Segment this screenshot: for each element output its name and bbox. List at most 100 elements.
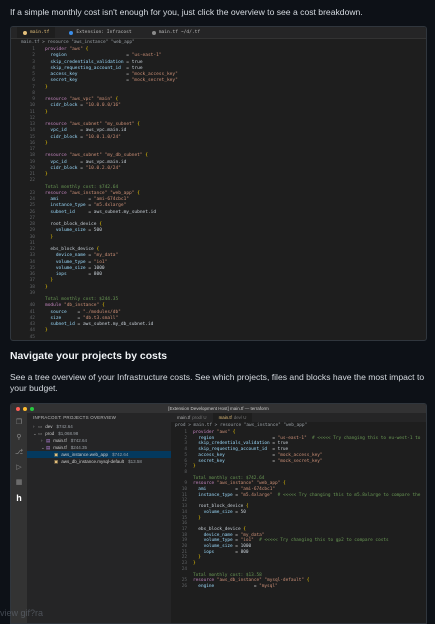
line-text: iops = 800 xyxy=(203,549,249,555)
tree-item[interactable]: ⌄ ▭ prod $1,068.98 xyxy=(27,430,171,437)
run-debug-icon[interactable]: ▷ xyxy=(15,464,23,472)
line-text: secret_key = "mock_secret_key" xyxy=(198,458,323,464)
line-text: size = "db.t3.small" xyxy=(50,315,119,321)
line-text: subnet_id = aws_subnet.my_subnet.id xyxy=(50,209,157,215)
line-text: } xyxy=(45,109,48,115)
line-text: volume_type = "io1" xyxy=(55,259,108,265)
explorer-icon[interactable]: ❐ xyxy=(15,419,23,427)
cost-label[interactable]: Total monthly cost: $742.64 xyxy=(193,476,264,481)
file-icon: ▤ xyxy=(46,438,51,443)
tab-label: main.tf xyxy=(30,30,50,35)
intro-paragraph: If a simple monthly cost isn't enough fo… xyxy=(10,7,363,17)
line-text: cidr_block = "10.0.0.0/16" xyxy=(50,103,121,109)
line-text: resource "aws_db_instance" "mysql-defaul… xyxy=(193,578,310,584)
breadcrumb: prod > main.tf > resource "aws_instance"… xyxy=(175,423,308,428)
line-text: skip_requesting_account_id = true xyxy=(198,447,289,453)
tree-item-label: main.tf xyxy=(53,445,67,450)
tree-item-label: aws_db_instance.mysql-default xyxy=(61,459,125,464)
line-text: resource "aws_subnet" "my_subnet" { xyxy=(45,122,140,127)
cost-label[interactable]: Total monthly cost: $13.58 xyxy=(193,573,262,578)
line-text: resource "aws_vpc" "main" { xyxy=(45,97,119,102)
line-text: volume_size = 50 xyxy=(203,509,246,515)
tree-item-cost: $742.64 xyxy=(56,424,73,429)
line-text: } xyxy=(45,84,48,90)
tree-item[interactable]: ▣ aws_db_instance.mysql-default $13.58 xyxy=(27,458,171,465)
tree-item[interactable]: ⌄ ▤ main.tf $244.35 xyxy=(27,444,171,451)
line-text: } xyxy=(50,278,54,284)
line-text: cidr_block = "10.0.2.0/24" xyxy=(50,165,121,171)
line-text: access_key = "mock_access_key" xyxy=(50,72,178,77)
line-number: 8 xyxy=(184,469,187,475)
tree-item[interactable]: › ▭ dev $742.64 xyxy=(27,423,171,430)
line-text: access_key = "mock_access_key" xyxy=(198,452,323,458)
cost-breakdown-screenshot: main.tf Extension: Infracost main.tf ~/d/.… xyxy=(10,26,427,341)
line-text: vpc_id = aws_vpc.main.id xyxy=(50,159,127,165)
tree-item-label: prod xyxy=(45,431,55,436)
code-line: 26 engine = "mysql" xyxy=(173,584,426,590)
file-type-icon xyxy=(151,30,156,35)
activity-bar: ❐ ⚲ ⎇ ▷ ▦ h xyxy=(11,413,27,623)
tree-item[interactable]: › ▤ main.tf $742.64 xyxy=(27,437,171,444)
editor-tab[interactable]: main.tf prod/ U xyxy=(171,413,213,422)
editor-tab-bar: main.tf prod/ Umain.tf dev/ U xyxy=(171,413,426,422)
line-text: } xyxy=(45,140,48,146)
section-heading: Navigate your projects by costs xyxy=(10,351,168,362)
cost-label[interactable]: Total monthly cost: $742.64 xyxy=(45,185,118,190)
code-editor: 1 provider "aws" {2 region = "us-east-1" … xyxy=(171,430,426,590)
cost-tree: › ▭ dev $742.64 ⌄ ▭ prod $1,068.98 › ▤ main.tf $742… xyxy=(27,423,171,465)
line-text: vpc_id = aws_vpc.main.id xyxy=(50,128,127,134)
section-description: See a tree overview of your Infrastructu… xyxy=(10,372,425,393)
tree-item-label: dev xyxy=(45,424,53,429)
line-text: } xyxy=(45,328,48,334)
editor-tab-bar: main.tf Extension: Infracost main.tf ~/d/.… xyxy=(11,27,426,39)
line-text: root_block_device { xyxy=(45,222,102,227)
search-icon[interactable]: ⚲ xyxy=(15,434,23,442)
tree-item[interactable]: ▣ aws_instance.web_app $742.64 xyxy=(27,451,171,458)
editor-tab[interactable]: main.tf xyxy=(17,27,56,38)
line-number: 24 xyxy=(181,566,187,572)
editor-tab[interactable]: main.tf ~/d/.tf xyxy=(146,27,207,38)
block-icon: ▣ xyxy=(54,452,59,457)
line-number: 22 xyxy=(29,178,35,184)
tab-suffix: dev/ U xyxy=(233,415,247,420)
extensions-icon[interactable]: ▦ xyxy=(15,479,23,487)
line-text: cidr_block = "10.0.1.0/24" xyxy=(50,134,121,140)
editor-tab[interactable]: main.tf dev/ U xyxy=(212,413,253,422)
line-text: ami = "ami-674cbc1" xyxy=(50,197,130,202)
tab-label: main.tf xyxy=(177,415,191,420)
line-text: volume_size = 1000 xyxy=(203,544,252,550)
source-control-icon[interactable]: ⎇ xyxy=(15,449,23,457)
line-text: secret_key = "mock_secret_key" xyxy=(50,78,178,84)
line-text: } xyxy=(50,234,54,240)
line-text: resource "aws_instance" "web_app" { xyxy=(193,481,286,487)
tab-label: main.tf ~/d/.tf xyxy=(158,30,201,35)
tree-item-cost: $13.58 xyxy=(128,459,142,464)
cost-label[interactable]: Total monthly cost: $244.35 xyxy=(45,297,118,302)
tab-suffix: prod/ U xyxy=(192,415,207,420)
line-text: region = "us-east-1" # <<<<< Try changin… xyxy=(198,435,421,441)
editor-tab[interactable]: Extension: Infracost xyxy=(63,27,137,38)
folder-icon: ▭ xyxy=(38,431,43,436)
line-text: provider "aws" { xyxy=(193,430,236,435)
line-number: 26 xyxy=(181,583,187,589)
line-text: volume_type = "io1" # <<<<< Try changing… xyxy=(203,538,389,544)
window-title: [Extension Development Host] main.tf — t… xyxy=(168,406,269,411)
code-line: 11 instance_type = "m5.4xlarge" # <<<<< … xyxy=(173,493,426,499)
window-titlebar: [Extension Development Host] main.tf — t… xyxy=(11,404,426,413)
line-text: subnet_id = aws_subnet.my_db_subnet.id xyxy=(50,322,154,327)
infracost-icon[interactable]: h xyxy=(15,494,23,503)
block-icon: ▣ xyxy=(54,459,59,464)
tree-item-cost: $244.35 xyxy=(70,445,88,450)
watermark: view gif?ra xyxy=(0,608,44,618)
line-text: source = "./modules/db" xyxy=(50,309,121,315)
line-text: skip_requesting_account_id = true xyxy=(50,65,143,71)
line-text: } xyxy=(45,172,48,177)
line-text: region = "us-east-1" xyxy=(50,53,162,59)
line-text: volume_size = 1000 xyxy=(55,265,105,271)
line-text: } xyxy=(193,464,196,470)
projects-overview-screenshot: [Extension Development Host] main.tf — t… xyxy=(10,403,427,624)
line-text: resource "aws_instance" "web_app" { xyxy=(45,190,140,196)
line-text: } xyxy=(198,555,201,561)
line-text: iops = 800 xyxy=(55,272,102,277)
tab-label: main.tf xyxy=(218,415,232,420)
